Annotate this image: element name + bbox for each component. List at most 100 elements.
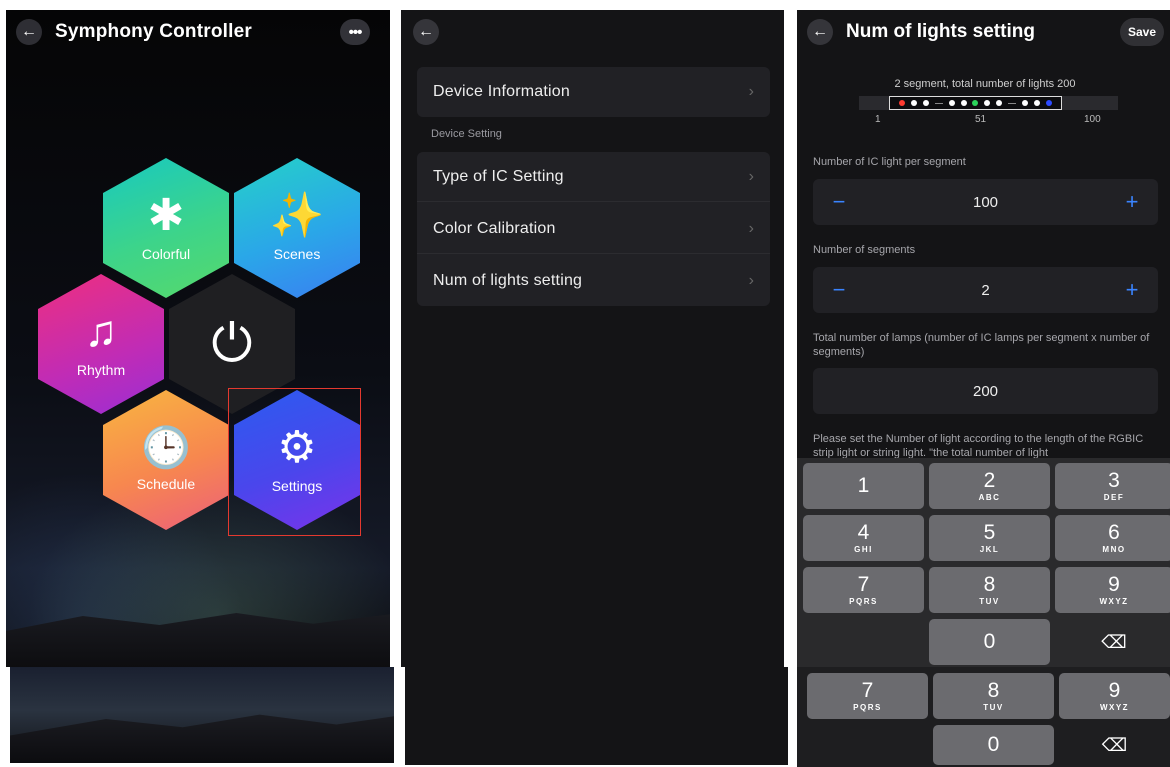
decrement-button[interactable]: − — [829, 189, 849, 215]
menu-item-label: Color Calibration — [433, 219, 556, 237]
key-0[interactable]: 0 — [929, 619, 1050, 665]
segments-stepper: − 2 + — [813, 267, 1158, 313]
ic-per-segment-label: Number of IC light per segment — [813, 156, 966, 168]
page-title: Symphony Controller — [55, 21, 252, 42]
total-lamps-field: 200 — [813, 368, 1158, 414]
key-digit: 8 — [983, 573, 996, 596]
key-digit: 3 — [1108, 469, 1120, 492]
page-title: Num of lights setting — [846, 21, 1035, 42]
flower-icon: ✱ — [147, 191, 185, 240]
total-lamps-value: 200 — [972, 382, 999, 400]
key-4[interactable]: 4 GHI — [803, 515, 924, 561]
key-letters: WXYZ — [1099, 703, 1130, 712]
led — [922, 100, 929, 106]
key-5[interactable]: 5 JKL — [929, 515, 1050, 561]
settings-menu-screen: ← Device Information › Device Setting Ty… — [401, 10, 784, 667]
delete-key[interactable]: ⌫ — [1055, 619, 1170, 665]
segments-label: Number of segments — [813, 244, 916, 256]
schedule-label: Schedule — [136, 476, 196, 492]
tick-label: 51 — [975, 114, 987, 125]
decrement-button[interactable]: − — [829, 277, 849, 303]
menu-item-label: Num of lights setting — [433, 272, 583, 289]
type-of-ic-setting-row[interactable]: Type of IC Setting › — [417, 152, 770, 202]
led — [960, 100, 967, 106]
led — [948, 100, 955, 106]
led — [910, 100, 917, 106]
key-digit: 0 — [987, 733, 1000, 756]
key-digit: 5 — [983, 521, 996, 544]
divider — [790, 115, 794, 667]
increment-button[interactable]: + — [1122, 189, 1142, 215]
key-3[interactable]: 3 DEF — [1055, 463, 1170, 509]
music-note-icon: ♫ — [84, 307, 118, 356]
key-letters: DEF — [1103, 493, 1125, 502]
scenes-label: Scenes — [273, 246, 321, 262]
key-6[interactable]: 6 MNO — [1055, 515, 1170, 561]
save-button[interactable]: Save — [1120, 18, 1164, 46]
key-letters: ABC — [978, 493, 1001, 502]
strip-segment — [889, 96, 1062, 110]
key-digit: 9 — [1108, 573, 1120, 596]
key-digit: 4 — [857, 521, 870, 544]
key-0[interactable]: 0 — [933, 725, 1054, 765]
power-icon: ⏻ — [211, 315, 253, 373]
led — [984, 100, 991, 106]
key-digit: 2 — [983, 469, 996, 492]
chevron-right-icon: › — [748, 167, 754, 185]
key-digit: 7 — [857, 573, 870, 596]
key-8[interactable]: 8 TUV — [929, 567, 1050, 613]
key-1[interactable]: 1 — [803, 463, 924, 509]
device-information-row[interactable]: Device Information › — [417, 67, 770, 117]
colorful-label: Colorful — [141, 246, 191, 262]
device-information-label: Device Information — [433, 83, 570, 100]
key-7[interactable]: 7 PQRS — [807, 673, 928, 719]
increment-button[interactable]: + — [1122, 277, 1142, 303]
chevron-right-icon: › — [748, 219, 754, 237]
back-icon[interactable]: ← — [807, 19, 833, 45]
key-digit: 0 — [983, 630, 996, 653]
key-letters: MNO — [1102, 545, 1126, 554]
key-digit: 6 — [1108, 521, 1120, 544]
num-of-lights-setting-row[interactable]: Num of lights setting › — [417, 256, 770, 306]
key-letters: WXYZ — [1099, 597, 1129, 606]
ic-per-segment-stepper: − 100 + — [813, 179, 1158, 225]
section-label: Device Setting — [431, 128, 502, 140]
menu-item-label: Type of IC Setting — [433, 167, 564, 185]
key-9[interactable]: 9 WXYZ — [1055, 567, 1170, 613]
segment-caption: 2 segment, total number of lights 200 — [894, 78, 1076, 90]
rhythm-label: Rhythm — [76, 362, 126, 378]
chevron-right-icon: › — [748, 83, 754, 100]
numeric-keypad: 1 2 ABC 3 DEF 4 GHI 5 JKL 6 MNO 7 PQRS 8… — [797, 458, 1170, 667]
key-7[interactable]: 7 PQRS — [803, 567, 924, 613]
selection-highlight — [228, 388, 361, 536]
back-icon[interactable]: ← — [16, 19, 42, 45]
red-led — [898, 100, 905, 106]
key-digit: 7 — [861, 679, 874, 702]
light-strip-preview — [859, 96, 1118, 110]
magic-wand-icon: ✨ — [269, 191, 325, 240]
background-continuation — [10, 667, 394, 763]
led — [1034, 100, 1041, 106]
color-calibration-row[interactable]: Color Calibration › — [417, 204, 770, 254]
screen-continuation — [405, 667, 788, 765]
key-digit: 8 — [987, 679, 1000, 702]
strip-gap — [934, 102, 943, 104]
keypad-continuation: 7 PQRS 8 TUV 9 WXYZ 0 ⌫ — [797, 667, 1170, 767]
key-2[interactable]: 2 ABC — [929, 463, 1050, 509]
symphony-controller-screen: ← Symphony Controller ••• ✱ Colorful ✨ S… — [6, 10, 390, 667]
key-letters: TUV — [979, 597, 1000, 606]
key-9[interactable]: 9 WXYZ — [1059, 673, 1170, 719]
back-icon[interactable]: ← — [413, 19, 439, 45]
more-options-icon[interactable]: ••• — [340, 19, 370, 45]
led — [1022, 100, 1029, 106]
delete-key[interactable]: ⌫ — [1059, 725, 1170, 765]
key-letters: GHI — [854, 545, 873, 554]
key-8[interactable]: 8 TUV — [933, 673, 1054, 719]
device-setting-group: Type of IC Setting › Color Calibration ›… — [417, 152, 770, 306]
green-led — [972, 100, 979, 106]
key-letters: PQRS — [853, 703, 882, 712]
key-digit: 1 — [857, 474, 870, 497]
backspace-icon: ⌫ — [1101, 632, 1127, 652]
ic-per-segment-value[interactable]: 100 — [973, 194, 998, 211]
segments-value[interactable]: 2 — [981, 282, 989, 299]
